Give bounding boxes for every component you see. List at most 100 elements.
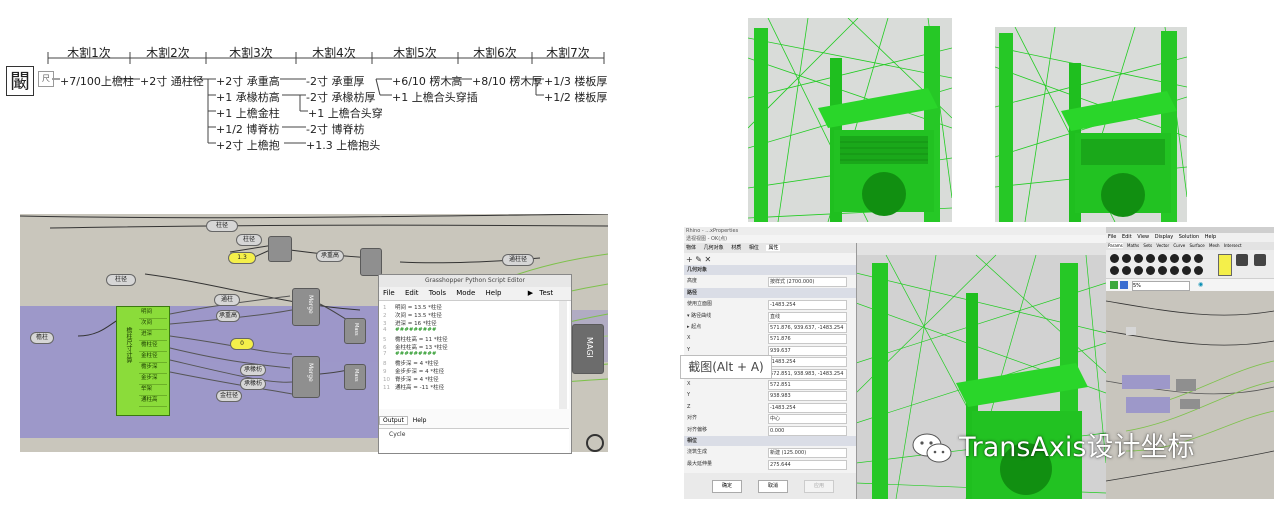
tab-mesh[interactable]: Mesh xyxy=(1209,243,1220,248)
ok-button[interactable]: 确定 xyxy=(712,480,742,493)
save-icon[interactable] xyxy=(1110,281,1118,289)
menu-edit[interactable]: Edit xyxy=(1122,234,1132,240)
tool-icon[interactable] xyxy=(1254,254,1266,266)
python-script-component[interactable]: 檐柱尺寸计算 明间 次间 进深 檐柱径 金柱径 檐步深 金步深 举架 通柱高 xyxy=(116,306,170,416)
cancel-button[interactable]: 取消 xyxy=(758,480,788,493)
tab-sets[interactable]: Sets xyxy=(1143,243,1152,248)
gh-merge-component[interactable]: Merge xyxy=(292,288,320,326)
tab-object[interactable]: 物体 xyxy=(686,245,696,251)
tool-icon[interactable] xyxy=(1158,254,1167,263)
tool-icon[interactable] xyxy=(1134,266,1143,275)
property-value-field[interactable]: 939.637 xyxy=(768,345,847,356)
property-section[interactable]: 路径 xyxy=(684,287,856,298)
tool-icon[interactable] xyxy=(1110,266,1119,275)
gh-multiply-component[interactable] xyxy=(268,236,292,262)
tab-curve[interactable]: Curve xyxy=(1173,243,1185,248)
property-value-field[interactable]: 中心 xyxy=(768,414,847,425)
menu-display[interactable]: Display xyxy=(1155,234,1173,240)
tool-icon[interactable] xyxy=(1170,266,1179,275)
gh-timer-icon[interactable] xyxy=(586,434,604,452)
gh-slider[interactable]: 1.3 xyxy=(228,252,256,264)
tool-icon[interactable] xyxy=(1134,254,1143,263)
python-script-editor[interactable]: Grasshopper Python Script Editor File Ed… xyxy=(378,274,572,454)
property-value-field[interactable]: 938.983 xyxy=(768,391,847,402)
gh-param[interactable]: 柱径 xyxy=(106,274,136,286)
panel-icon[interactable] xyxy=(1218,254,1232,276)
property-value-field[interactable]: 新建 (125.000) xyxy=(768,448,847,459)
tab-surface[interactable]: Surface xyxy=(1189,243,1204,248)
tool-icon[interactable] xyxy=(1122,254,1131,263)
property-section[interactable]: 几何对象 xyxy=(684,265,856,275)
menu-help[interactable]: Help xyxy=(1205,234,1216,240)
menu-file[interactable]: File xyxy=(383,289,395,297)
gh-param[interactable]: 通柱 xyxy=(214,294,240,306)
property-section[interactable]: 相位 xyxy=(684,436,856,446)
tool-icon[interactable] xyxy=(1146,254,1155,263)
tool-icon[interactable] xyxy=(1194,254,1203,263)
property-value-field[interactable]: 275.644 xyxy=(768,459,847,470)
tool-icon[interactable] xyxy=(1182,266,1191,275)
gh-param[interactable]: 檐柱 xyxy=(30,332,54,344)
gh-param[interactable]: 柱径 xyxy=(206,220,238,232)
gh-mass-component[interactable]: Mass xyxy=(344,364,366,390)
gh-param[interactable]: 柱径 xyxy=(236,234,262,246)
apply-button[interactable]: 应用 xyxy=(804,480,834,493)
tab-intersect[interactable]: Intersect xyxy=(1224,243,1242,248)
preview-icon[interactable]: ◉ xyxy=(1198,281,1203,288)
scrollbar[interactable] xyxy=(559,301,567,409)
property-value-field[interactable]: -1483.254 xyxy=(768,402,847,413)
code-area[interactable]: 1 明间 = 13.5 *柱径 2 次间 = 13.5 *柱径 3 进深 = 16 *… xyxy=(379,301,569,409)
gh-mass-component[interactable]: Mass xyxy=(344,318,366,344)
tab-phase[interactable]: 相位 xyxy=(749,245,759,251)
property-value-field[interactable]: 直线 xyxy=(768,311,847,322)
property-value-field[interactable]: 571.876, 939.637, -1483.254 xyxy=(768,323,847,333)
tab-maths[interactable]: Maths xyxy=(1127,243,1139,248)
tool-icon[interactable] xyxy=(1170,254,1179,263)
property-value-field[interactable]: -1483.254 xyxy=(768,300,847,311)
gh-param[interactable]: 承重高 xyxy=(316,250,344,262)
property-value-field[interactable]: 0.000 xyxy=(768,425,847,436)
gh-param[interactable]: 承重高 xyxy=(216,310,240,322)
tool-icon[interactable] xyxy=(1182,254,1191,263)
tool-icon[interactable] xyxy=(1158,266,1167,275)
property-value-field[interactable]: 572.851, 938.983, -1483.254 xyxy=(768,368,847,379)
add-icon[interactable]: + ✎ ✕ xyxy=(686,255,711,264)
test-button[interactable]: ▶ Test xyxy=(528,289,557,297)
tab-vector[interactable]: Vector xyxy=(1156,243,1169,248)
tab-material[interactable]: 材质 xyxy=(731,245,741,251)
tab-properties[interactable]: 属性 xyxy=(766,245,781,251)
menu-solution[interactable]: Solution xyxy=(1179,234,1199,240)
gh-merge-component[interactable]: Merge xyxy=(292,356,320,398)
gh-param[interactable]: 金柱径 xyxy=(216,390,242,402)
tool-icon[interactable] xyxy=(1236,254,1248,266)
tab-geometry[interactable]: 几何对象 xyxy=(704,245,724,251)
gh-slider[interactable]: 0 xyxy=(230,338,254,350)
property-value-field[interactable]: 571.876 xyxy=(768,334,847,345)
gh-param[interactable]: 通柱径 xyxy=(502,254,534,266)
zoom-field[interactable]: 5% xyxy=(1132,281,1190,291)
menu-edit[interactable]: Edit xyxy=(405,289,419,297)
tool-icon[interactable] xyxy=(1122,266,1131,275)
viewport-render-left[interactable] xyxy=(748,18,952,222)
viewport-render-right[interactable] xyxy=(995,27,1187,222)
property-value-field[interactable]: 按样式 (2700.000) xyxy=(768,277,847,288)
gh-component[interactable] xyxy=(360,248,382,276)
menu-help[interactable]: Help xyxy=(486,289,502,297)
tool-icon[interactable] xyxy=(1146,266,1155,275)
property-value-field[interactable]: 572.851 xyxy=(768,380,847,390)
tool-icon[interactable] xyxy=(1110,254,1119,263)
gh-param[interactable]: 承椽枋 xyxy=(240,364,266,376)
tab-help[interactable]: Help xyxy=(410,417,430,424)
tab-output[interactable]: Output xyxy=(379,416,408,425)
menu-view[interactable]: View xyxy=(1137,234,1149,240)
menu-file[interactable]: File xyxy=(1108,234,1116,240)
tab-params[interactable]: Params xyxy=(1108,243,1123,248)
menu-tools[interactable]: Tools xyxy=(429,289,446,297)
tool-icon[interactable] xyxy=(1194,266,1203,275)
save-as-icon[interactable] xyxy=(1120,281,1128,289)
gh-param[interactable]: 承椽枋 xyxy=(240,378,266,390)
menu-mode[interactable]: Mode xyxy=(456,289,475,297)
property-value-field[interactable]: -1483.254 xyxy=(768,357,847,368)
gh-component[interactable]: MAGI xyxy=(572,324,604,374)
code-line: 3 进深 = 16 *柱径 xyxy=(383,321,437,327)
